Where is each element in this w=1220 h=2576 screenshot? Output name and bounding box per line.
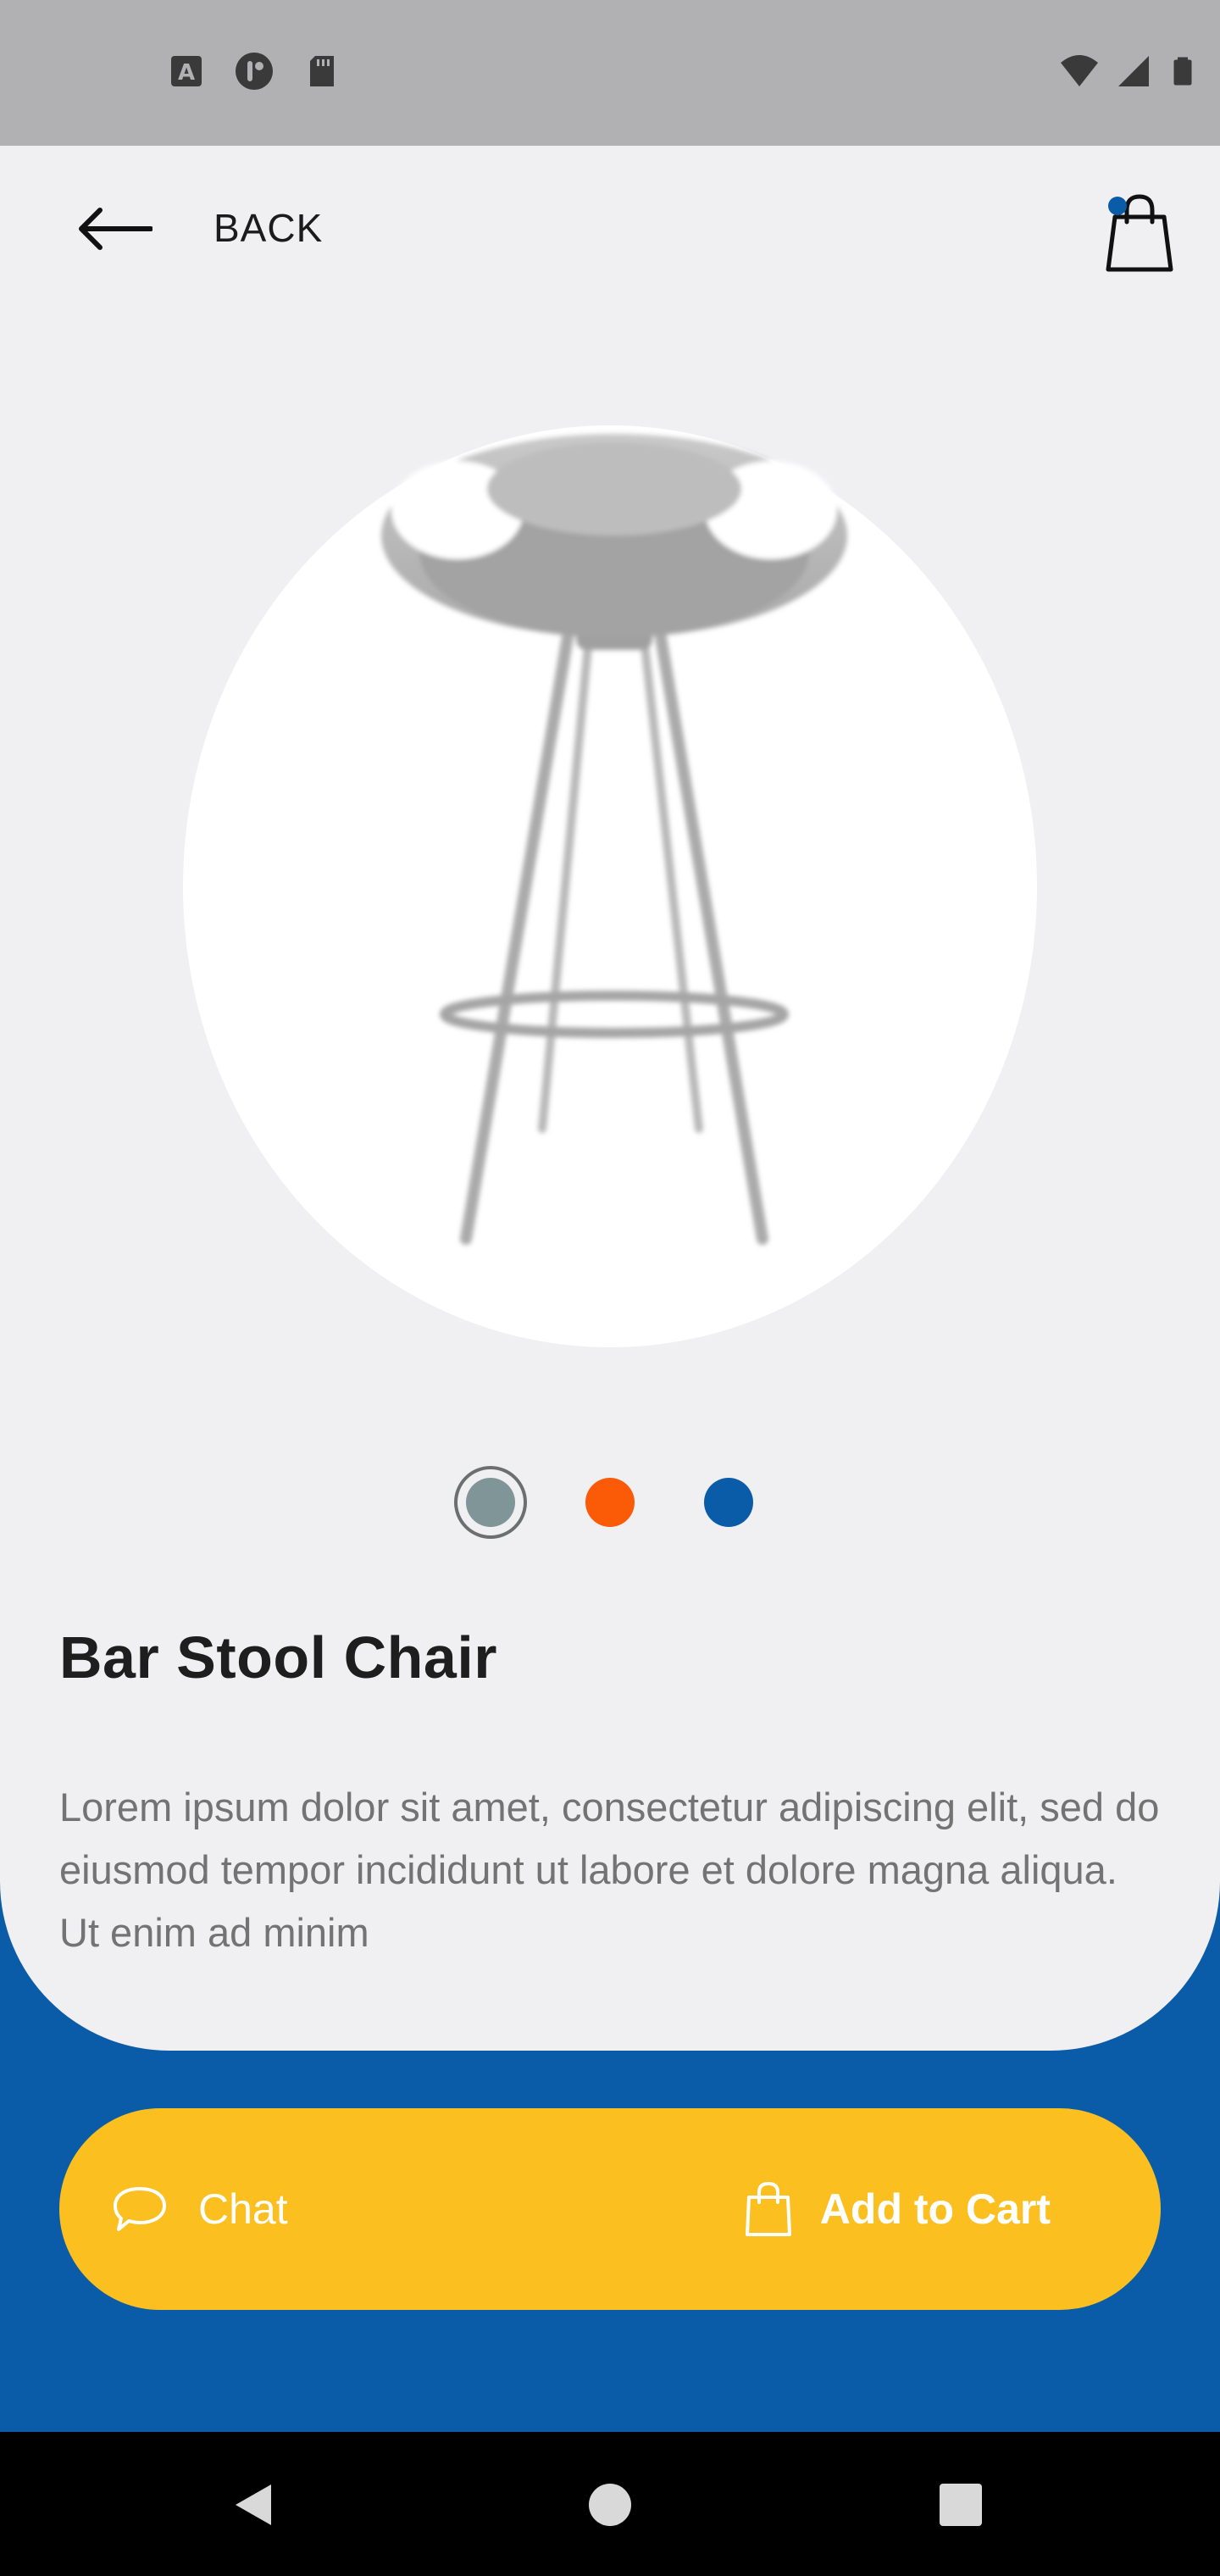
system-nav-bar: [0, 2432, 1220, 2576]
shopping-bag-icon: [745, 2181, 791, 2236]
product-card: BACK Bar Stool Chair Lorem ipsum dolor s…: [0, 146, 1220, 2051]
battery-icon: [1173, 57, 1192, 86]
add-to-cart-label: Add to Cart: [819, 2185, 1051, 2233]
status-right-icons: [1059, 51, 1198, 92]
action-bar: Chat Add to Cart: [59, 2108, 1161, 2310]
bar-stool-image: [381, 434, 847, 1245]
arrow-left-icon[interactable]: [75, 202, 152, 256]
wifi-icon: [1061, 55, 1098, 86]
swatch-orange[interactable]: [585, 1478, 635, 1527]
circle-app-icon: [236, 53, 273, 90]
add-to-cart-button[interactable]: Add to Cart: [744, 2108, 1051, 2310]
color-swatches: [0, 1466, 1220, 1542]
back-button-label[interactable]: BACK: [214, 205, 323, 251]
swatch-blue[interactable]: [704, 1478, 753, 1527]
chat-label: Chat: [198, 2185, 288, 2233]
chat-button[interactable]: Chat: [110, 2108, 288, 2310]
back-triangle-icon[interactable]: [229, 2479, 280, 2530]
swatch-grey[interactable]: [466, 1478, 515, 1527]
status-left-icons: A: [166, 51, 342, 92]
cart-badge-dot: [1108, 197, 1127, 215]
status-bar: A: [0, 0, 1220, 146]
chat-bubble-icon: [114, 2187, 166, 2231]
a-icon: A: [171, 56, 202, 86]
sd-card-icon: [310, 56, 334, 86]
signal-icon: [1118, 56, 1149, 86]
recents-square-icon[interactable]: [935, 2479, 986, 2530]
home-circle-icon[interactable]: [585, 2479, 635, 2530]
top-bar: BACK: [0, 146, 1220, 312]
product-title: Bar Stool Chair: [59, 1624, 498, 1690]
product-image-area: [0, 425, 1220, 1357]
product-description: Lorem ipsum dolor sit amet, consectetur …: [59, 1785, 1160, 1955]
svg-text:A: A: [178, 60, 195, 86]
